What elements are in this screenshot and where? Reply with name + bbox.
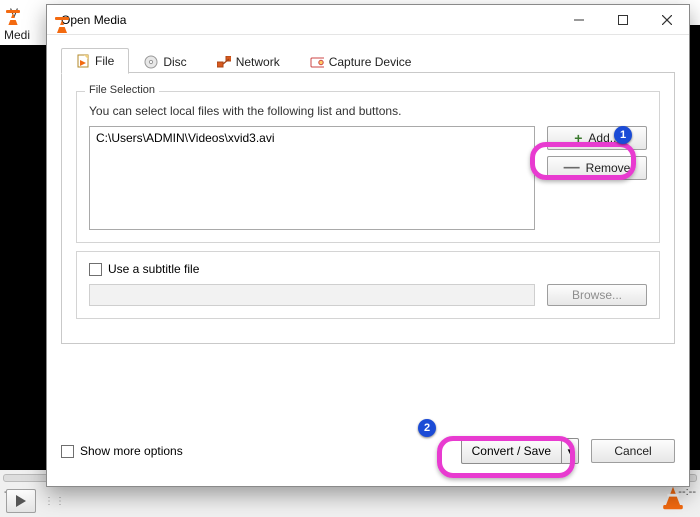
dialog-title: Open Media <box>61 13 126 27</box>
tab-file[interactable]: File <box>61 48 129 74</box>
tab-strip: File Disc Network Capture Device <box>61 47 675 73</box>
file-selection-fieldset: File Selection You can select local file… <box>76 91 660 243</box>
subtitle-path-input <box>89 284 535 306</box>
play-button[interactable] <box>6 489 36 513</box>
tab-network[interactable]: Network <box>202 48 295 74</box>
cancel-button[interactable]: Cancel <box>591 439 675 463</box>
remove-button-label: Remove <box>586 161 631 175</box>
dialog-titlebar: Open Media <box>47 5 689 35</box>
subtitle-section: Use a subtitle file Browse... <box>76 251 660 319</box>
chevron-down-icon: ▼ <box>566 447 574 456</box>
capture-icon <box>310 55 324 69</box>
tab-body-file: File Selection You can select local file… <box>61 73 675 344</box>
tab-disc-label: Disc <box>163 55 186 69</box>
subtitle-checkbox[interactable]: Use a subtitle file <box>89 262 647 276</box>
vlc-cone-icon <box>656 485 690 511</box>
file-list-item[interactable]: C:\Users\ADMIN\Videos\xvid3.avi <box>96 131 528 145</box>
tab-disc[interactable]: Disc <box>129 48 201 74</box>
add-button[interactable]: + Add... <box>547 126 647 150</box>
add-button-label: Add... <box>588 131 619 145</box>
checkbox-box <box>89 263 102 276</box>
checkbox-box <box>61 445 74 458</box>
minimize-button[interactable] <box>557 5 601 34</box>
file-selection-legend: File Selection <box>85 84 159 96</box>
file-list[interactable]: C:\Users\ADMIN\Videos\xvid3.avi <box>89 126 535 230</box>
more-options-label: Show more options <box>80 444 183 458</box>
close-button[interactable] <box>645 5 689 34</box>
convert-save-label: Convert / Save <box>472 444 551 458</box>
open-media-dialog: Open Media File Disc <box>46 4 690 487</box>
tab-network-label: Network <box>236 55 280 69</box>
maximize-button[interactable] <box>601 5 645 34</box>
controls-separator: ⋮⋮ <box>44 496 66 507</box>
subtitle-checkbox-label: Use a subtitle file <box>108 262 199 276</box>
background-menu-media[interactable]: Medi <box>0 25 46 45</box>
convert-save-dropdown[interactable]: ▼ <box>561 438 579 464</box>
tab-file-label: File <box>95 54 114 68</box>
dialog-footer: Show more options Convert / Save ▼ Cance… <box>47 426 689 486</box>
tab-capture-device[interactable]: Capture Device <box>295 48 427 74</box>
file-icon <box>76 54 90 68</box>
subtitle-browse-label: Browse... <box>572 288 622 302</box>
background-video-right <box>690 25 700 485</box>
cancel-button-label: Cancel <box>614 444 651 458</box>
background-video-area <box>0 45 46 455</box>
convert-save-button[interactable]: Convert / Save ▼ <box>461 438 579 464</box>
tab-capture-label: Capture Device <box>329 55 412 69</box>
convert-save-main[interactable]: Convert / Save <box>461 438 561 464</box>
network-icon <box>217 55 231 69</box>
disc-icon <box>144 55 158 69</box>
remove-button[interactable]: — Remove <box>547 156 647 180</box>
subtitle-browse-button: Browse... <box>547 284 647 306</box>
file-selection-hint: You can select local files with the foll… <box>89 104 647 118</box>
more-options-checkbox[interactable]: Show more options <box>61 444 183 458</box>
